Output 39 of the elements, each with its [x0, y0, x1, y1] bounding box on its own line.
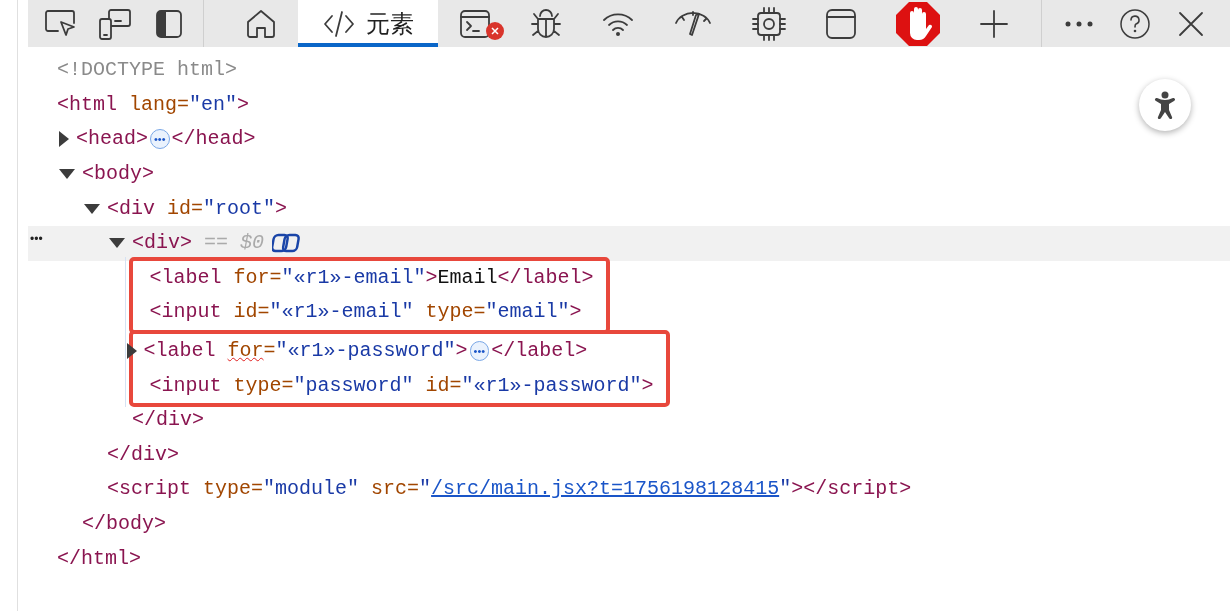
panel-icon [155, 8, 183, 39]
code-text: <input type="password" id="«r1»-password"> [149, 372, 654, 399]
code-text: <input id="«r1»-email" type="email"> [149, 299, 582, 326]
tab[interactable]: 元素 [298, 0, 438, 47]
help-icon [1119, 7, 1151, 40]
code-text: </head> [171, 126, 256, 153]
code-text: <head> [76, 126, 148, 153]
code-text: "></script> [779, 476, 912, 503]
code-text: <label for="«r1»-email">Email</label> [149, 264, 594, 291]
code-text: <div> == $0 [132, 230, 265, 257]
code-text: </body> [82, 511, 166, 537]
stop-hand-icon [895, 0, 941, 47]
expand-button[interactable]: ••• [150, 129, 170, 150]
code-text: <!DOCTYPE html> [57, 57, 238, 84]
code-text: <label for="«r1»-password"> [143, 338, 468, 365]
accessibility-button[interactable] [1139, 79, 1191, 131]
chip-icon [751, 5, 787, 42]
code-text: <html lang="en"> [57, 91, 250, 118]
link[interactable]: /src/main.jsx?t=1756198128415 [431, 474, 780, 505]
plus-icon [979, 8, 1009, 39]
expand-button[interactable]: ••• [469, 341, 490, 362]
code-text: </div> [107, 441, 179, 468]
code-text: <body> [82, 161, 154, 188]
row-menu[interactable]: ••• [30, 229, 43, 248]
cursor-icon [44, 8, 78, 39]
code-text: </html> [57, 545, 141, 572]
close-icon [1177, 9, 1205, 38]
window-icon [825, 7, 857, 40]
devices-icon [98, 7, 132, 40]
code-text: </div> [132, 407, 204, 434]
code-text: <script type="module" src=" [107, 476, 432, 503]
bug-icon [529, 6, 563, 41]
code-text: </label> [491, 338, 588, 365]
terminal-icon [459, 8, 491, 39]
home-icon [245, 7, 277, 40]
code-icon [322, 9, 356, 38]
gauge-icon [673, 8, 713, 39]
toolbar-button[interactable] [1118, 6, 1152, 41]
code-text: <div id="root"> [107, 195, 288, 222]
